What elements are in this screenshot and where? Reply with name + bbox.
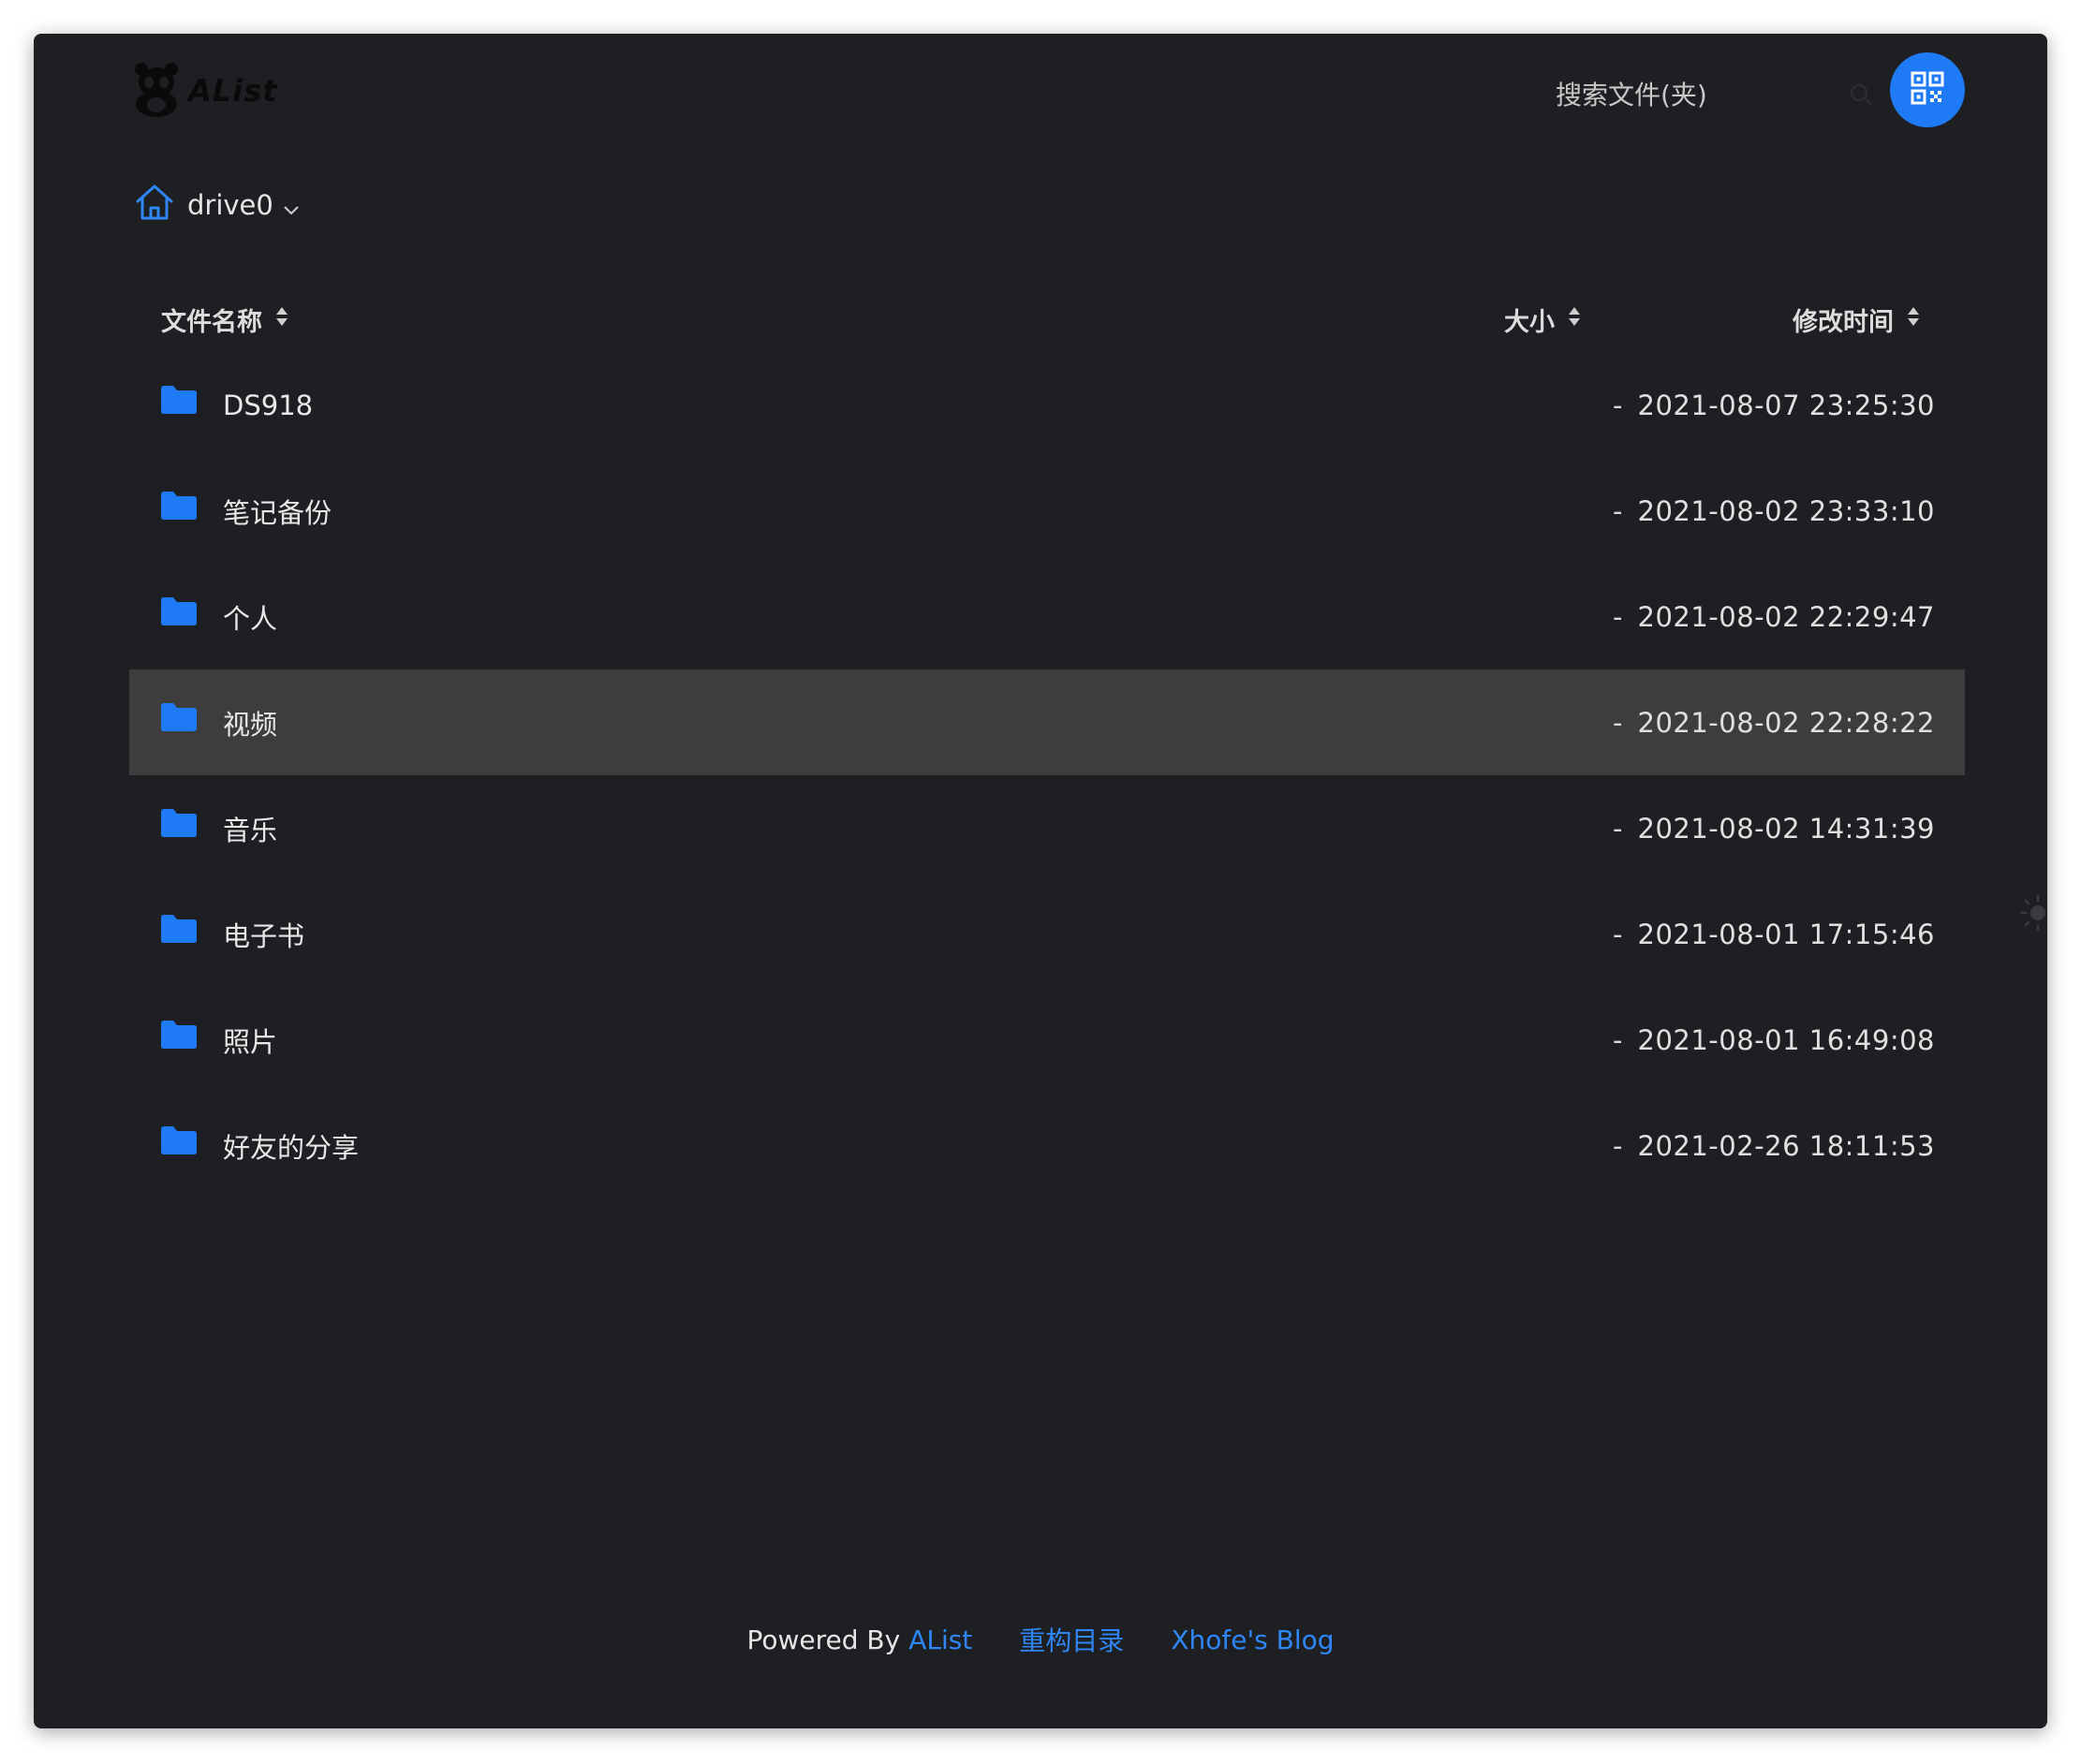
panda-logo-icon	[130, 60, 183, 122]
file-name[interactable]: DS918	[223, 352, 313, 458]
file-modified: 2021-08-02 14:31:39	[1637, 812, 1935, 845]
folder-icon	[161, 809, 197, 844]
sun-icon	[2014, 894, 2051, 937]
folder-icon	[161, 492, 197, 526]
folder-icon	[161, 915, 197, 949]
file-size: -	[1613, 918, 1623, 950]
sort-icon[interactable]	[1907, 305, 1920, 334]
powered-by-text: Powered By	[746, 1624, 901, 1655]
table-row[interactable]: 照片 - 2021-08-01 16:49:08	[129, 987, 1965, 1093]
file-size: -	[1613, 389, 1623, 421]
search-box[interactable]	[1509, 62, 1902, 127]
home-icon[interactable]	[135, 183, 174, 228]
qr-code-button[interactable]	[1890, 52, 1965, 127]
file-name[interactable]: 个人	[223, 564, 277, 669]
file-name[interactable]: 电子书	[223, 881, 304, 987]
alist-link[interactable]: AList	[908, 1624, 972, 1655]
file-name[interactable]: 视频	[223, 669, 277, 775]
table-row[interactable]: 音乐 - 2021-08-02 14:31:39	[129, 775, 1965, 881]
file-name[interactable]: 好友的分享	[223, 1093, 359, 1198]
column-modified-header[interactable]: 修改时间	[1793, 287, 1920, 352]
file-size: -	[1613, 600, 1623, 633]
logo-text: AList	[188, 73, 278, 109]
rebuild-directory-link[interactable]: 重构目录	[1019, 1621, 1124, 1658]
column-name-header[interactable]: 文件名称	[161, 287, 288, 352]
search-input[interactable]	[1509, 79, 1865, 110]
column-size-label: 大小	[1504, 307, 1555, 337]
table-row[interactable]: 笔记备份 - 2021-08-02 23:33:10	[129, 458, 1965, 564]
table-row[interactable]: DS918 - 2021-08-07 23:25:30	[129, 352, 1965, 458]
file-name[interactable]: 笔记备份	[223, 458, 332, 564]
file-modified: 2021-08-02 22:28:22	[1637, 706, 1935, 739]
sort-icon[interactable]	[1568, 305, 1581, 334]
table-row[interactable]: 个人 - 2021-08-02 22:29:47	[129, 564, 1965, 669]
file-size: -	[1613, 494, 1623, 527]
table-row[interactable]: 视频 - 2021-08-02 22:28:22	[129, 669, 1965, 775]
column-size-header[interactable]: 大小	[1504, 287, 1581, 352]
breadcrumb: drive0	[135, 182, 300, 228]
logo[interactable]: AList	[130, 58, 277, 124]
folder-icon	[161, 703, 197, 738]
file-modified: 2021-08-01 17:15:46	[1637, 918, 1935, 950]
file-size: -	[1613, 1023, 1623, 1056]
file-name[interactable]: 音乐	[223, 775, 277, 881]
file-modified: 2021-08-02 22:29:47	[1637, 600, 1935, 633]
search-icon[interactable]	[1849, 82, 1873, 110]
file-table: 文件名称 大小 修改时间 DS918 - 2021-08-07 23:25:30…	[129, 287, 1965, 1198]
folder-icon	[161, 1021, 197, 1055]
folder-icon	[161, 597, 197, 632]
qr-code-icon	[1911, 71, 1944, 109]
file-modified: 2021-02-26 18:11:53	[1637, 1129, 1935, 1162]
file-modified: 2021-08-01 16:49:08	[1637, 1023, 1935, 1056]
file-name[interactable]: 照片	[223, 987, 277, 1093]
column-name-label: 文件名称	[161, 307, 262, 337]
file-modified: 2021-08-07 23:25:30	[1637, 389, 1935, 421]
table-header: 文件名称 大小 修改时间	[129, 287, 1965, 352]
chevron-down-icon[interactable]	[283, 190, 300, 222]
sort-icon[interactable]	[275, 305, 288, 334]
column-modified-label: 修改时间	[1793, 307, 1894, 337]
file-size: -	[1613, 706, 1623, 739]
table-body: DS918 - 2021-08-07 23:25:30 笔记备份 - 2021-…	[129, 352, 1965, 1198]
breadcrumb-drive[interactable]: drive0	[187, 189, 273, 221]
blog-link[interactable]: Xhofe's Blog	[1171, 1624, 1334, 1655]
table-row[interactable]: 好友的分享 - 2021-02-26 18:11:53	[129, 1093, 1965, 1198]
theme-toggle-button[interactable]	[2014, 892, 2051, 937]
folder-icon	[161, 386, 197, 420]
footer: Powered By AList 重构目录 Xhofe's Blog	[34, 1616, 2047, 1663]
file-modified: 2021-08-02 23:33:10	[1637, 494, 1935, 527]
table-row[interactable]: 电子书 - 2021-08-01 17:15:46	[129, 881, 1965, 987]
file-size: -	[1613, 1129, 1623, 1162]
app-window: AList 搜索文件(夹) drive0 文件名称 大小 修改时间 DS918 …	[34, 34, 2047, 1728]
folder-icon	[161, 1126, 197, 1161]
file-size: -	[1613, 812, 1623, 845]
